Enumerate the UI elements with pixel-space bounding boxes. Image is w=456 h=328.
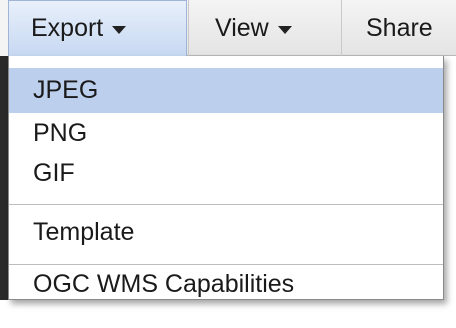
menu-bar: Export View Share — [8, 0, 456, 56]
menu-item-template[interactable]: Template — [9, 212, 443, 252]
share-menu-button[interactable]: Share — [342, 0, 456, 56]
menu-separator — [9, 264, 443, 265]
menu-item-gif[interactable]: GIF — [9, 153, 443, 193]
menu-item-ogc-wms-capabilities[interactable]: OGC WMS Capabilities — [9, 270, 443, 298]
view-label: View — [215, 13, 269, 42]
menu-item-label: PNG — [33, 118, 88, 147]
background-edge-top — [0, 0, 8, 56]
chevron-down-icon — [277, 25, 292, 34]
export-dropdown-menu: JPEG PNG GIF Template OGC WMS Capabiliti… — [8, 56, 444, 300]
background-edge — [0, 56, 8, 300]
chevron-down-icon — [112, 26, 127, 34]
app-window: Export View Share JPEG PNG GIF Template … — [0, 0, 456, 328]
share-label: Share — [366, 13, 433, 42]
menu-item-label: Template — [33, 217, 135, 246]
export-label: Export — [31, 14, 104, 42]
menu-item-label: OGC WMS Capabilities — [33, 269, 295, 298]
menu-item-jpeg[interactable]: JPEG — [9, 68, 443, 113]
menu-item-label: JPEG — [33, 76, 99, 104]
view-menu-button[interactable]: View — [188, 0, 342, 56]
menu-separator — [9, 204, 443, 205]
menu-item-label: GIF — [33, 158, 75, 187]
export-menu-button[interactable]: Export — [8, 0, 187, 56]
menu-item-png[interactable]: PNG — [9, 113, 443, 153]
